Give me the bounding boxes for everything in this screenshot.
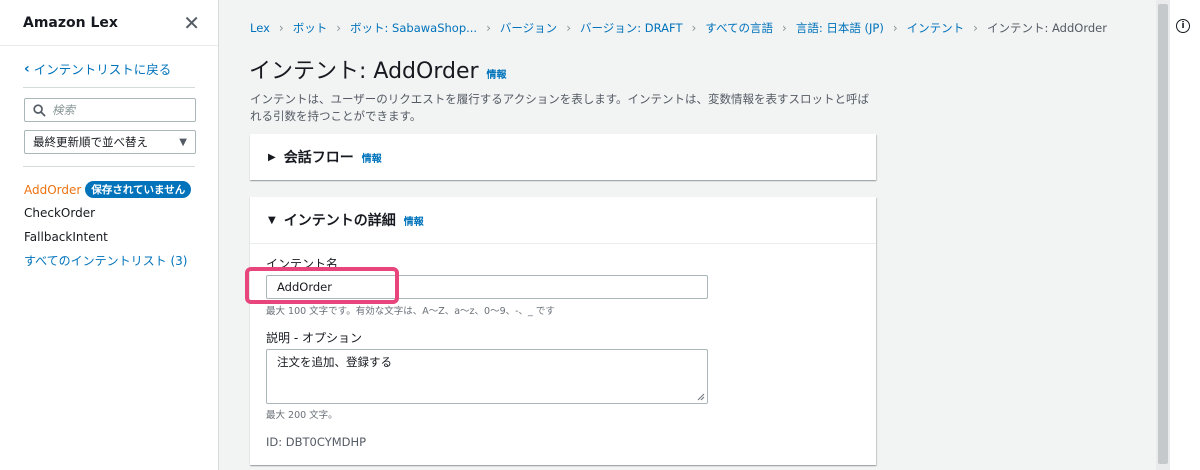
breadcrumb-current-intent: インテント: AddOrder [986,21,1107,35]
chevron-right-icon: › [566,21,571,35]
unsaved-badge: 保存されていません [85,181,192,199]
conversation-flow-panel: ▶ 会話フロー 情報 [250,134,876,180]
breadcrumb-bots[interactable]: ボット [293,20,328,36]
intent-item-label: AddOrder [24,182,82,197]
search-box [24,98,196,122]
breadcrumb-version-draft[interactable]: バージョン: DRAFT [580,20,682,36]
intent-details-info-link[interactable]: 情報 [404,213,424,228]
description-textarea[interactable]: 注文を追加、登録する [266,349,708,404]
sidebar-divider [23,87,195,88]
chevron-right-icon: › [973,21,978,35]
breadcrumb-language[interactable]: 言語: 日本語 (JP) [796,20,884,36]
chevron-right-icon: › [278,21,284,35]
page-info-link[interactable]: 情報 [487,66,507,81]
chevron-right-icon: › [782,21,787,35]
intent-name-label: インテント名 [266,257,339,271]
breadcrumb-bot[interactable]: ボット: SabawaShop... [350,20,477,36]
all-intents-label: すべてのインテントリスト (3) [24,253,188,268]
breadcrumb-versions[interactable]: バージョン [500,20,557,36]
sort-select-value: 最終更新順で並べ替え [33,135,148,149]
info-icon[interactable]: i [1176,19,1190,33]
main-content: Lex › ボット › ボット: SabawaShop... › バージョン ›… [220,0,1156,470]
conversation-flow-info-link[interactable]: 情報 [362,150,382,165]
intent-details-panel: ▼ インテントの詳細 情報 インテント名 最大 100 文字です。有効な文字は、… [250,197,876,465]
chevron-right-icon: › [336,21,342,35]
close-icon[interactable]: ✕ [183,13,200,33]
chevron-left-icon: ‹ [24,60,30,77]
sidebar-header: Amazon Lex ✕ [0,0,218,46]
caret-right-icon: ▶ [268,151,276,163]
page-description: インテントは、ユーザーのリクエストを履行するアクションを表します。インテントは、… [250,92,870,123]
intent-item-fallbackintent[interactable]: FallbackIntent [24,225,191,249]
intent-details-title: インテントの詳細 [283,213,396,229]
resize-handle-icon[interactable] [697,393,705,401]
breadcrumb-all-languages[interactable]: すべての言語 [705,20,773,36]
intent-name-hint: 最大 100 文字です。有効な文字は、A～Z、a～z、0～9、-、_ です [266,306,555,317]
breadcrumb: Lex › ボット › ボット: SabawaShop... › バージョン ›… [250,20,1107,36]
chevron-right-icon: › [691,21,697,35]
conversation-flow-title: 会話フロー [283,150,354,166]
sort-select[interactable]: 最終更新順で並べ替え ▼ [24,130,196,154]
sidebar-divider [23,166,195,167]
chevron-right-icon: › [892,21,898,35]
back-link-label: インテントリストに戻る [33,62,172,77]
intent-list: AddOrder 保存されていません CheckOrder FallbackIn… [24,178,192,273]
description-label: 説明 - オプション [266,331,362,345]
page-title: インテント: AddOrder 情報 [249,53,507,85]
search-input[interactable] [52,103,182,117]
intent-id: ID: DBT0CYMDHP [266,435,367,449]
page-title-text: インテント: AddOrder [249,59,479,84]
caret-down-icon: ▼ [268,214,276,226]
intent-item-label: CheckOrder [24,206,96,221]
intent-details-body: インテント名 最大 100 文字です。有効な文字は、A～Z、a～z、0～9、-、… [250,243,876,465]
sidebar-title: Amazon Lex [23,14,118,31]
intent-item-checkorder[interactable]: CheckOrder [24,202,191,226]
conversation-flow-toggle[interactable]: ▶ 会話フロー 情報 [250,134,876,180]
caret-down-icon: ▼ [179,136,187,148]
intent-name-input[interactable] [266,275,708,299]
chevron-right-icon: › [486,21,491,35]
sidebar: Amazon Lex ✕ ‹ インテントリストに戻る 最終更新順で並べ替え ▼ … [0,0,219,470]
back-to-intent-list-link[interactable]: ‹ インテントリストに戻る [24,59,171,78]
description-field-wrap: 注文を追加、登録する [266,349,708,404]
breadcrumb-intents[interactable]: インテント [907,20,965,36]
description-hint: 最大 200 文字。 [266,410,338,421]
scrollbar-thumb[interactable] [1158,4,1168,464]
search-icon [33,103,46,116]
all-intents-link[interactable]: すべてのインテントリスト (3) [24,249,191,273]
intent-item-addorder[interactable]: AddOrder 保存されていません [24,178,192,202]
intent-item-label: FallbackIntent [24,229,108,244]
breadcrumb-lex[interactable]: Lex [250,21,270,35]
intent-details-toggle[interactable]: ▼ インテントの詳細 情報 [250,197,876,243]
